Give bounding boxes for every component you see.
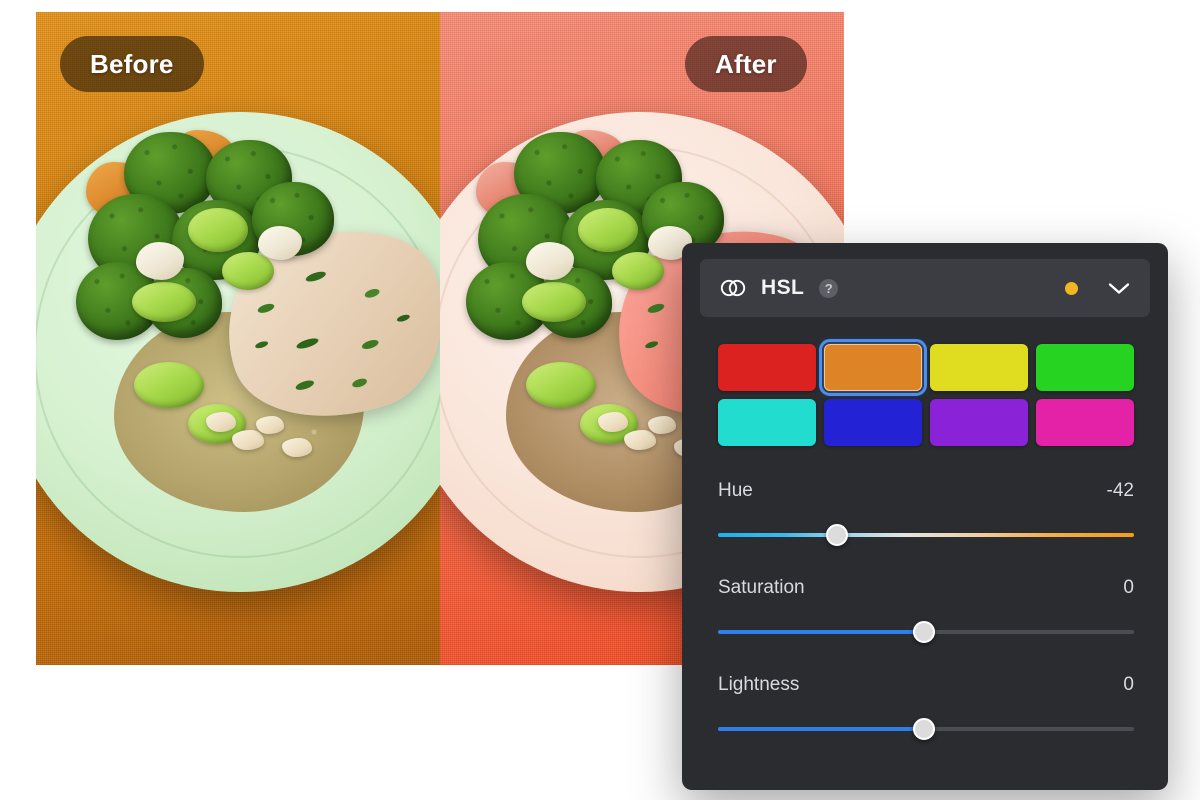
color-swatch-orange[interactable] <box>819 339 927 396</box>
status-dot <box>1065 281 1078 295</box>
before-vegetables <box>76 122 376 352</box>
color-swatch-magenta[interactable] <box>1036 399 1134 446</box>
before-badge: Before <box>60 36 204 92</box>
saturation-slider-fill <box>718 630 924 634</box>
chevron-down-icon[interactable] <box>1108 282 1130 295</box>
saturation-slider-block: Saturation 0 <box>718 577 1134 643</box>
hue-slider-thumb[interactable] <box>825 524 848 546</box>
color-swatch-red[interactable] <box>718 344 816 391</box>
color-swatch-cyan[interactable] <box>718 399 816 446</box>
hue-value: -42 <box>1106 480 1134 501</box>
color-swatch-green[interactable] <box>1036 344 1134 391</box>
lightness-value: 0 <box>1123 674 1134 695</box>
color-swatch-blue[interactable] <box>824 399 922 446</box>
lightness-slider[interactable] <box>718 718 1134 740</box>
saturation-value: 0 <box>1123 577 1134 598</box>
after-badge: After <box>685 36 807 92</box>
lightness-slider-fill <box>718 727 924 731</box>
saturation-slider-thumb[interactable] <box>912 621 935 643</box>
lightness-slider-block: Lightness 0 <box>718 674 1134 740</box>
hue-slider-block: Hue -42 <box>718 480 1134 546</box>
hsl-adjustment-panel: HSL ? Hue -42 Saturation 0 Lightness 0 <box>682 243 1168 790</box>
color-swatch-yellow[interactable] <box>930 344 1028 391</box>
saturation-label: Saturation <box>718 577 805 598</box>
saturation-slider[interactable] <box>718 621 1134 643</box>
hue-label: Hue <box>718 480 753 501</box>
help-icon[interactable]: ? <box>819 278 839 298</box>
before-photo <box>36 12 440 665</box>
hsl-panel-header[interactable]: HSL ? <box>700 259 1150 317</box>
color-swatch-grid <box>718 339 1134 446</box>
overlapping-circles-icon <box>720 279 746 297</box>
panel-title: HSL <box>761 276 805 299</box>
hue-slider-track[interactable] <box>718 533 1134 537</box>
hue-slider[interactable] <box>718 524 1134 546</box>
lightness-label: Lightness <box>718 674 800 695</box>
color-swatch-purple[interactable] <box>930 399 1028 446</box>
lightness-slider-thumb[interactable] <box>912 718 935 740</box>
